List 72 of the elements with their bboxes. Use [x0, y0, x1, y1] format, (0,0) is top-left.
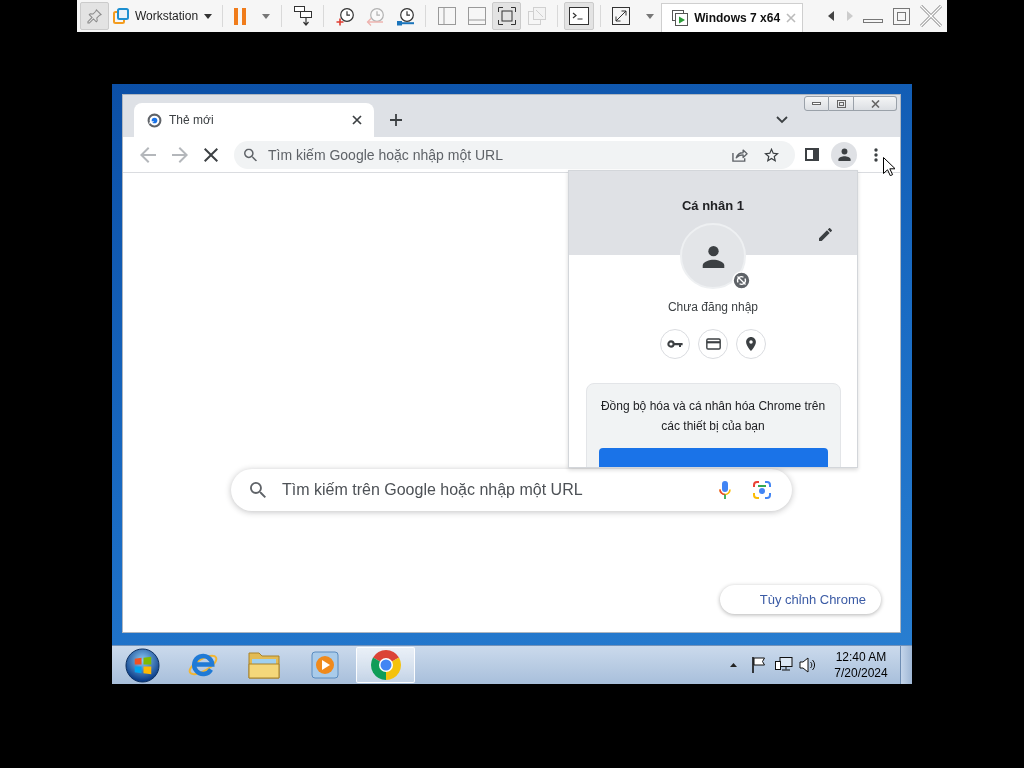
play-button-icon: [310, 651, 339, 679]
card-icon: [705, 338, 721, 350]
profile-button[interactable]: [831, 141, 857, 168]
stop-icon[interactable]: [204, 147, 218, 162]
card-button[interactable]: [698, 329, 728, 359]
flag-icon[interactable]: [752, 657, 766, 673]
address-field[interactable]: Tìm kiếm Google hoặc nhập một URL: [234, 140, 795, 169]
scroll-left-icon[interactable]: [828, 11, 834, 21]
network-icon[interactable]: [775, 657, 793, 673]
close-icon: [870, 99, 880, 108]
profile-name: Cá nhân 1: [681, 198, 745, 214]
caret-icon: [262, 13, 271, 19]
split-panel-icon: [437, 7, 456, 25]
tricolor-ball-icon: [369, 649, 402, 681]
side-panel-icon[interactable]: [805, 148, 819, 161]
customize-button[interactable]: Tùy chỉnh Chrome: [719, 585, 881, 614]
key-icon: [667, 340, 683, 348]
caret-up-icon[interactable]: [730, 663, 737, 667]
overlapping-squares-logo-icon: [113, 8, 129, 24]
vm-tab[interactable]: Windows 7 x64: [661, 3, 804, 32]
maximize-icon[interactable]: [893, 7, 910, 25]
location-button[interactable]: [736, 329, 766, 359]
star-icon[interactable]: [764, 147, 779, 162]
toolbar-button[interactable]: [564, 2, 595, 30]
key-button[interactable]: [660, 329, 690, 359]
clock-plus-icon: [335, 6, 354, 26]
search-field[interactable]: Tìm kiếm trên Google hoặc nhập một URL: [231, 469, 792, 511]
window-play-icon: [672, 10, 689, 26]
workstation-menu[interactable]: Workstation: [109, 2, 217, 30]
stacked-windows-icon: [527, 7, 546, 25]
search-icon: [250, 482, 266, 498]
maximize-button[interactable]: [829, 96, 854, 111]
minimize-icon: [812, 102, 821, 105]
terminal-icon: [569, 7, 590, 25]
caret-icon: [204, 13, 213, 19]
share-icon[interactable]: [732, 147, 748, 162]
camera-lens-icon[interactable]: [753, 481, 771, 499]
folder-icon: [247, 651, 280, 679]
sync-message: Đồng bộ hóa và cá nhân hóa Chrome trên các thiết bị của bạn: [599, 398, 827, 435]
close-icon[interactable]: [352, 115, 362, 125]
location-pin-icon: [746, 337, 756, 351]
expand-icon: [612, 7, 631, 25]
person-icon: [701, 244, 725, 268]
person-icon: [837, 148, 851, 161]
minimize-icon[interactable]: [863, 19, 883, 23]
favicon-icon: [147, 112, 162, 128]
volume-icon[interactable]: [799, 657, 816, 673]
sign-in-status: Chưa đăng nhập: [667, 300, 759, 315]
start-orb-icon: [124, 647, 160, 683]
clock-time[interactable]: 12:40 AM: [834, 649, 888, 665]
search-icon: [244, 148, 257, 161]
computer-arrow-icon: [293, 6, 312, 26]
bottom-strip-panel-icon: [467, 7, 486, 25]
microphone-icon[interactable]: [719, 481, 731, 499]
minimize-button[interactable]: [804, 96, 829, 111]
chevron-down-icon[interactable]: [776, 116, 788, 124]
taskbar-app-button[interactable]: [356, 647, 415, 683]
pin-icon: [87, 8, 102, 24]
pause-icon: [234, 7, 247, 25]
clock-date[interactable]: 7/20/2024: [834, 665, 888, 681]
toolbar-button[interactable]: [492, 2, 522, 30]
browser-tab[interactable]: Thẻ mới: [134, 103, 374, 137]
close-button[interactable]: [854, 96, 897, 111]
plus-icon[interactable]: [390, 114, 402, 126]
sync-off-badge-icon: [732, 271, 751, 290]
clock-arrow-icon: [365, 6, 384, 26]
fit-frame-icon: [497, 7, 516, 25]
caret-icon: [646, 13, 655, 19]
restore-icon: [836, 99, 846, 108]
clock-wrench-icon: [395, 6, 414, 26]
menu-icon[interactable]: [874, 147, 878, 162]
pencil-icon[interactable]: [819, 228, 832, 241]
